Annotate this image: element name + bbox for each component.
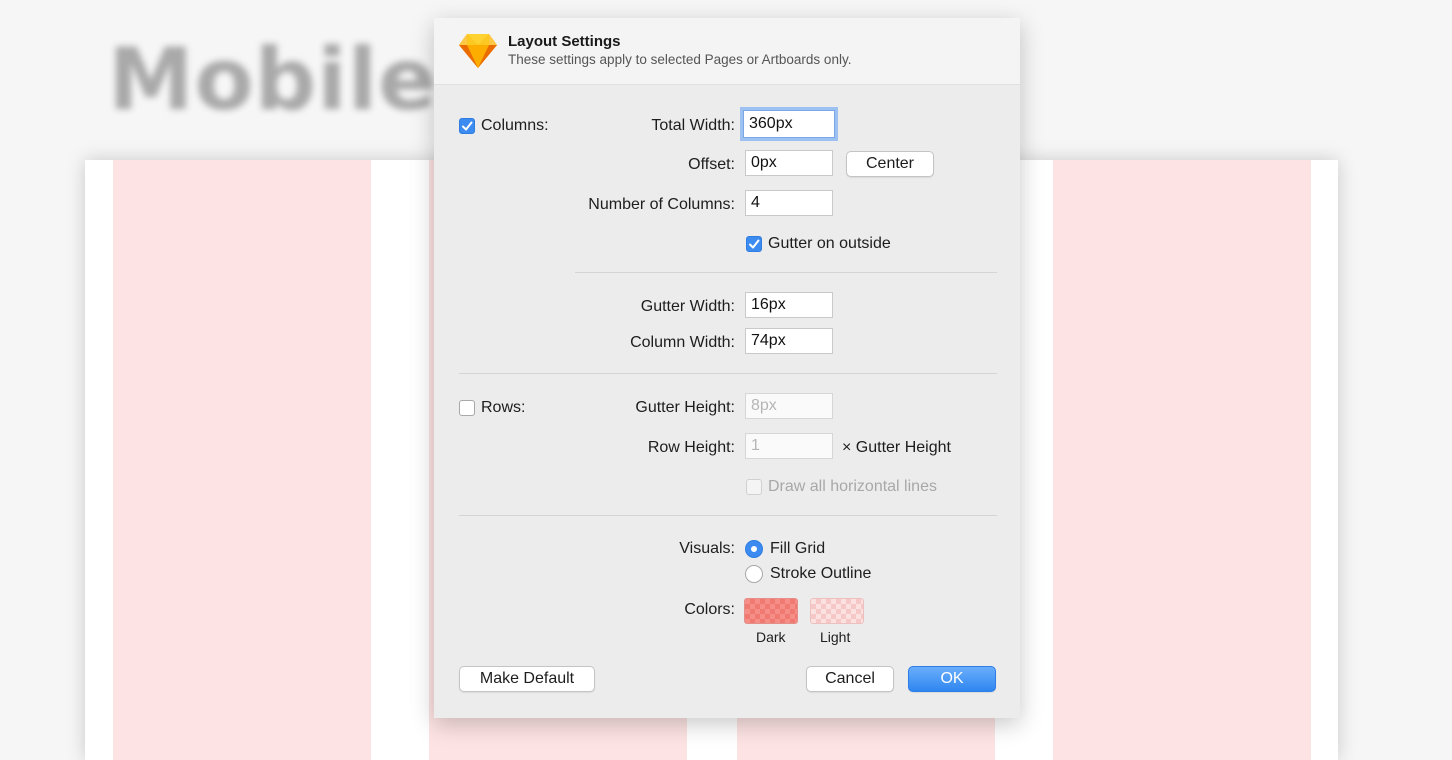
background-title: Mobile (108, 30, 438, 130)
light-color-swatch[interactable] (810, 598, 864, 624)
gutter-width-label: Gutter Width: (640, 298, 735, 315)
total-width-input[interactable] (743, 110, 835, 138)
number-of-columns-input[interactable] (745, 190, 833, 216)
stroke-outline-radio[interactable] (745, 565, 763, 583)
visuals-label: Visuals: (679, 540, 735, 557)
stroke-outline-label: Stroke Outline (770, 565, 872, 582)
dialog-subtitle: These settings apply to selected Pages o… (508, 52, 852, 67)
offset-input[interactable] (745, 150, 833, 176)
gutter-width-input[interactable] (745, 292, 833, 318)
gutter-height-label: Gutter Height: (635, 399, 735, 416)
gutter-height-input[interactable] (745, 393, 833, 419)
layout-settings-dialog: Layout Settings These settings apply to … (434, 18, 1020, 718)
columns-checkbox[interactable] (459, 118, 475, 134)
row-height-label: Row Height: (647, 439, 735, 456)
draw-horizontal-lines-label: Draw all horizontal lines (768, 478, 937, 495)
dark-color-swatch[interactable] (744, 598, 798, 624)
dialog-header: Layout Settings These settings apply to … (434, 18, 1020, 85)
column-width-input[interactable] (745, 328, 833, 354)
row-height-suffix: × Gutter Height (842, 439, 951, 456)
offset-label: Offset: (688, 156, 735, 173)
grid-column (1053, 160, 1311, 760)
rows-checkbox[interactable] (459, 400, 475, 416)
rows-label: Rows: (481, 399, 526, 416)
dark-color-label: Dark (756, 629, 786, 645)
separator (459, 373, 997, 374)
separator (459, 515, 997, 516)
center-button[interactable]: Center (846, 151, 934, 177)
light-color-label: Light (820, 629, 851, 645)
column-width-label: Column Width: (630, 334, 735, 351)
columns-label: Columns: (481, 117, 549, 134)
separator (575, 272, 997, 273)
cancel-button[interactable]: Cancel (806, 666, 894, 692)
gutter-on-outside-label: Gutter on outside (768, 235, 891, 252)
fill-grid-label: Fill Grid (770, 540, 826, 557)
sketch-diamond-icon (458, 32, 498, 70)
number-of-columns-label: Number of Columns: (588, 196, 735, 213)
fill-grid-radio[interactable] (745, 540, 763, 558)
gutter-on-outside-checkbox[interactable] (746, 236, 762, 252)
dialog-title: Layout Settings (508, 33, 621, 50)
make-default-button[interactable]: Make Default (459, 666, 595, 692)
colors-label: Colors: (684, 601, 735, 618)
draw-horizontal-lines-checkbox[interactable] (746, 479, 762, 495)
grid-column (113, 160, 371, 760)
total-width-label: Total Width: (651, 117, 735, 134)
ok-button[interactable]: OK (908, 666, 996, 692)
row-height-input[interactable] (745, 433, 833, 459)
